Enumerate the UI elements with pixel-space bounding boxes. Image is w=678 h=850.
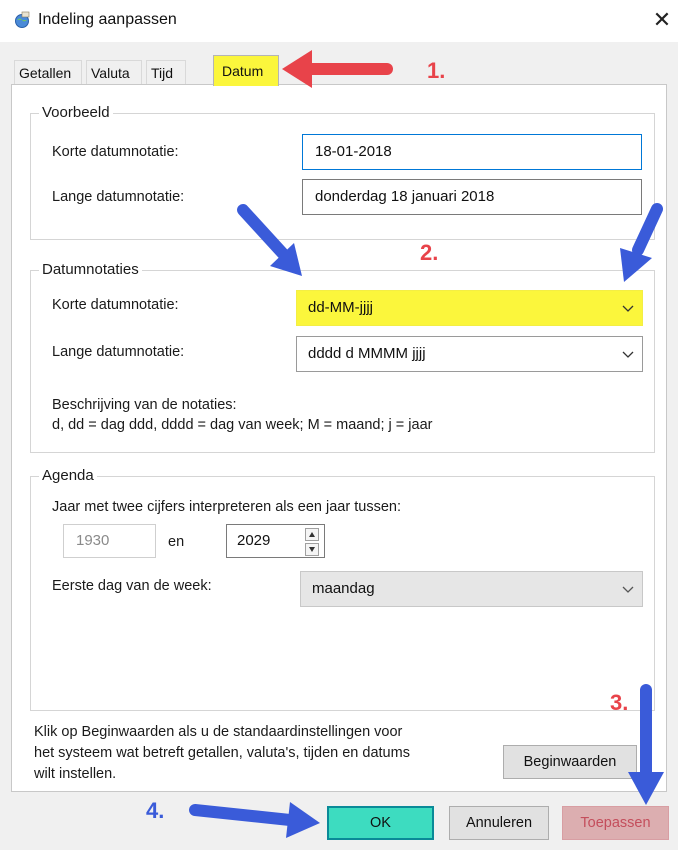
- close-icon: ✕: [652, 7, 672, 32]
- reset-note: Klik op Beginwaarden als u de standaardi…: [34, 722, 504, 785]
- first-day-value: maandag: [312, 580, 375, 597]
- customize-format-dialog: Indeling aanpassen ✕ Getallen Valuta Tij…: [0, 0, 678, 850]
- tab-tijd[interactable]: Tijd: [146, 60, 186, 84]
- short-date-format-value: dd-MM-jjjj: [308, 299, 373, 316]
- cancel-button[interactable]: Annuleren: [449, 806, 549, 840]
- voorbeeld-short-label: Korte datumnotatie:: [52, 144, 179, 160]
- spin-up-icon: [309, 532, 315, 537]
- tab-datum[interactable]: Datum: [213, 55, 279, 86]
- voorbeeld-group: Voorbeeld: [30, 104, 655, 240]
- regional-settings-icon: [15, 11, 30, 28]
- first-day-label: Eerste dag van de week:: [52, 578, 212, 594]
- group-title: Voorbeeld: [39, 104, 113, 121]
- annotation-step-2: 2.: [420, 240, 439, 265]
- window-title: Indeling aanpassen: [38, 11, 177, 28]
- reset-note-line: wilt instellen.: [34, 766, 117, 782]
- spin-down-icon: [309, 547, 315, 552]
- year-from-field: 1930: [63, 524, 156, 558]
- group-title: Agenda: [39, 467, 97, 484]
- chevron-down-icon: [622, 351, 634, 358]
- tab-getallen[interactable]: Getallen: [14, 60, 82, 84]
- tab-label: Getallen: [19, 65, 72, 81]
- en-label: en: [168, 534, 185, 550]
- title-bar: Indeling aanpassen ✕: [0, 0, 678, 42]
- annotation-step-4: 4.: [146, 798, 165, 823]
- year-to-value: 2029: [237, 532, 271, 549]
- short-date-format-select[interactable]: dd-MM-jjjj: [296, 290, 643, 326]
- notation-description-title: Beschrijving van de notaties:: [52, 397, 237, 413]
- year-to-spinner[interactable]: 2029: [226, 524, 325, 558]
- reset-note-line: Klik op Beginwaarden als u de standaardi…: [34, 724, 403, 740]
- long-date-format-value: dddd d MMMM jjjj: [308, 345, 426, 362]
- voorbeeld-long-field[interactable]: donderdag 18 januari 2018: [302, 179, 642, 215]
- apply-button[interactable]: Toepassen: [562, 806, 669, 840]
- annotation-step-1: 1.: [427, 58, 446, 83]
- short-date-format-label: Korte datumnotatie:: [52, 297, 179, 313]
- chevron-down-icon: [622, 305, 634, 312]
- chevron-down-icon: [622, 586, 634, 593]
- red-arrow-icon: [282, 50, 393, 88]
- spin-down-button[interactable]: [305, 543, 319, 556]
- group-title: Datumnotaties: [39, 261, 142, 278]
- close-button[interactable]: ✕: [648, 6, 676, 34]
- tab-label: Datum: [222, 63, 264, 79]
- annotation-step-3: 3.: [610, 690, 629, 715]
- first-day-select[interactable]: maandag: [300, 571, 643, 607]
- voorbeeld-short-field[interactable]: 18-01-2018: [302, 134, 642, 170]
- tab-valuta[interactable]: Valuta: [86, 60, 142, 84]
- reset-note-line: het systeem wat betreft getallen, valuta…: [34, 745, 410, 761]
- spin-up-button[interactable]: [305, 528, 319, 541]
- blue-arrow-icon: [189, 802, 320, 838]
- two-digit-year-label: Jaar met twee cijfers interpreteren als …: [52, 499, 401, 515]
- year-spinner-buttons: [305, 528, 319, 556]
- ok-button[interactable]: OK: [327, 806, 434, 840]
- long-date-format-label: Lange datumnotatie:: [52, 344, 185, 360]
- voorbeeld-long-label: Lange datumnotatie:: [52, 189, 185, 205]
- tab-label: Tijd: [151, 65, 174, 81]
- long-date-format-select[interactable]: dddd d MMMM jjjj: [296, 336, 643, 372]
- tab-label: Valuta: [91, 65, 130, 81]
- notation-description-text: d, dd = dag ddd, dddd = dag van week; M …: [52, 417, 433, 433]
- reset-button[interactable]: Beginwaarden: [503, 745, 637, 779]
